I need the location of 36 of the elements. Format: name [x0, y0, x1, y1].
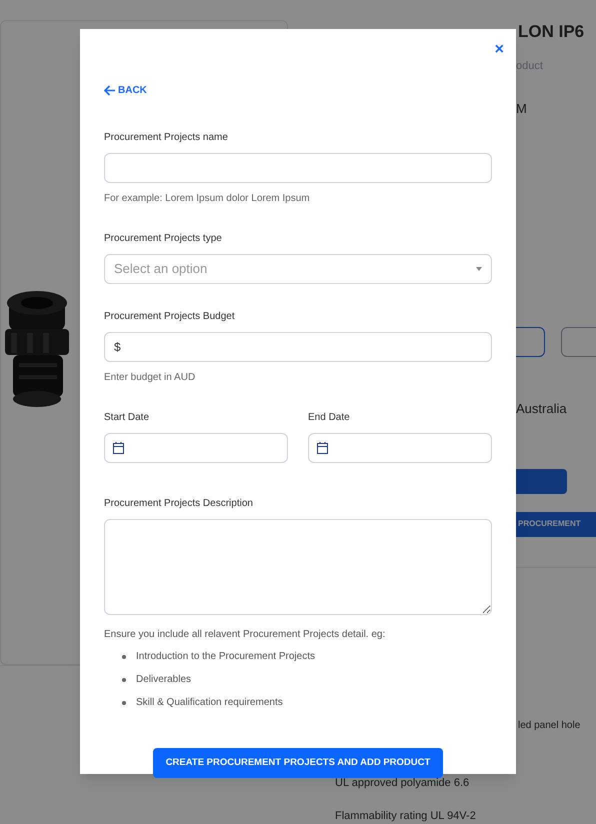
- product-subtitle: oduct: [516, 59, 544, 74]
- product-title: LON IP6: [518, 21, 586, 43]
- field-label: Procurement Projects name: [104, 131, 229, 145]
- option-button[interactable]: [561, 327, 596, 357]
- bullet-icon: [122, 678, 126, 682]
- field-hint: For example: Lorem Ipsum dolor Lorem Ipsum: [104, 192, 311, 206]
- caret-icon: [476, 267, 482, 271]
- text-input[interactable]: [104, 153, 492, 183]
- field-label: Procurement Projects Description: [104, 497, 254, 511]
- description-text: led panel hole: [518, 719, 582, 733]
- description-textarea[interactable]: [104, 519, 492, 615]
- field-label: End Date: [308, 411, 351, 425]
- guidance-item: Skill & Qualification requirements: [136, 696, 283, 710]
- close-button[interactable]: ×: [494, 42, 504, 58]
- guidance-item: Deliverables: [136, 673, 192, 687]
- date-field[interactable]: [308, 433, 492, 463]
- arrow-left-icon: [104, 85, 116, 96]
- budget-field[interactable]: $: [104, 332, 492, 362]
- date-field[interactable]: [104, 433, 288, 463]
- field-label: Procurement Projects Budget: [104, 310, 236, 324]
- field-label: Start Date: [104, 411, 150, 425]
- product-code: M: [516, 100, 528, 118]
- location-text: Australia: [516, 400, 568, 418]
- field-hint: Enter budget in AUD: [104, 371, 196, 385]
- back-link[interactable]: BACK: [104, 83, 147, 98]
- field-label: Procurement Projects type: [104, 232, 223, 246]
- submit-button[interactable]: CREATE PROCUREMENT PROJECTS AND ADD PRODUCT: [152, 748, 444, 778]
- select-field[interactable]: Select an option: [104, 254, 492, 284]
- guidance-item: Introduction to the Procurement Projects: [136, 650, 315, 664]
- calendar-icon: [317, 442, 328, 454]
- bullet-icon: [122, 655, 126, 659]
- bullet-icon: [122, 701, 126, 705]
- guidance-text: Ensure you include all relavent Procurement Projects detail. eg:: [104, 628, 386, 642]
- calendar-icon: [113, 442, 124, 454]
- feature-text: UL approved polyamide 6.6: [335, 776, 470, 791]
- feature-text: Flammability rating UL 94V-2: [335, 808, 477, 824]
